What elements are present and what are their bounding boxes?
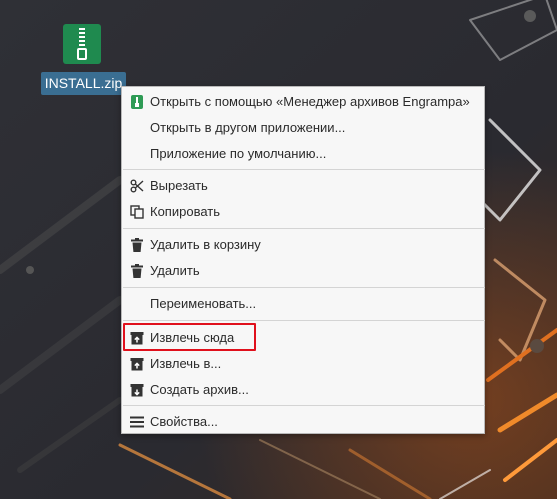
menu-item-create-archive[interactable]: Создать архив... [122,377,484,403]
menu-item-default-app[interactable]: Приложение по умолчанию... [122,141,484,167]
menu-separator [123,405,485,406]
highlight-box-extract-here [123,323,256,351]
context-menu: Открыть с помощью «Менеджер архивов Engr… [121,86,485,434]
menu-item-cut[interactable]: Вырезать [122,173,484,199]
menu-item-extract-to[interactable]: Извлечь в... [122,351,484,377]
menu-item-label: Открыть с помощью «Менеджер архивов Engr… [150,94,470,109]
menu-item-open-other-app[interactable]: Открыть в другом приложении... [122,115,484,141]
properties-list-icon [130,416,144,428]
menu-item-label: Создать архив... [150,382,249,397]
menu-item-label: Извлечь в... [150,356,222,371]
create-archive-icon [130,384,144,397]
desktop-file-label: INSTALL.zip [41,72,126,95]
menu-item-delete[interactable]: Удалить [122,258,484,284]
menu-item-label: Переименовать... [150,296,257,311]
scissors-icon [130,179,144,193]
menu-item-label: Приложение по умолчанию... [150,146,327,161]
engrampa-app-icon [131,95,143,109]
menu-item-label: Удалить [150,263,200,278]
extract-archive-icon [130,358,144,371]
copy-icon [130,205,144,219]
trash-icon [131,264,143,278]
menu-item-label: Свойства... [150,414,218,429]
menu-item-open-with-engrampa[interactable]: Открыть с помощью «Менеджер архивов Engr… [122,89,484,115]
menu-item-label: Копировать [150,204,220,219]
menu-item-properties[interactable]: Свойства... [122,409,484,435]
zip-archive-icon [63,24,101,64]
menu-item-move-to-trash[interactable]: Удалить в корзину [122,232,484,258]
menu-item-rename[interactable]: Переименовать... [122,291,484,317]
menu-separator [123,320,485,321]
menu-item-label: Открыть в другом приложении... [150,120,346,135]
menu-item-copy[interactable]: Копировать [122,199,484,225]
menu-item-label: Удалить в корзину [150,237,261,252]
menu-separator [123,228,485,229]
menu-separator [123,169,485,170]
trash-icon [131,238,143,252]
menu-item-label: Вырезать [150,178,208,193]
menu-separator [123,287,485,288]
